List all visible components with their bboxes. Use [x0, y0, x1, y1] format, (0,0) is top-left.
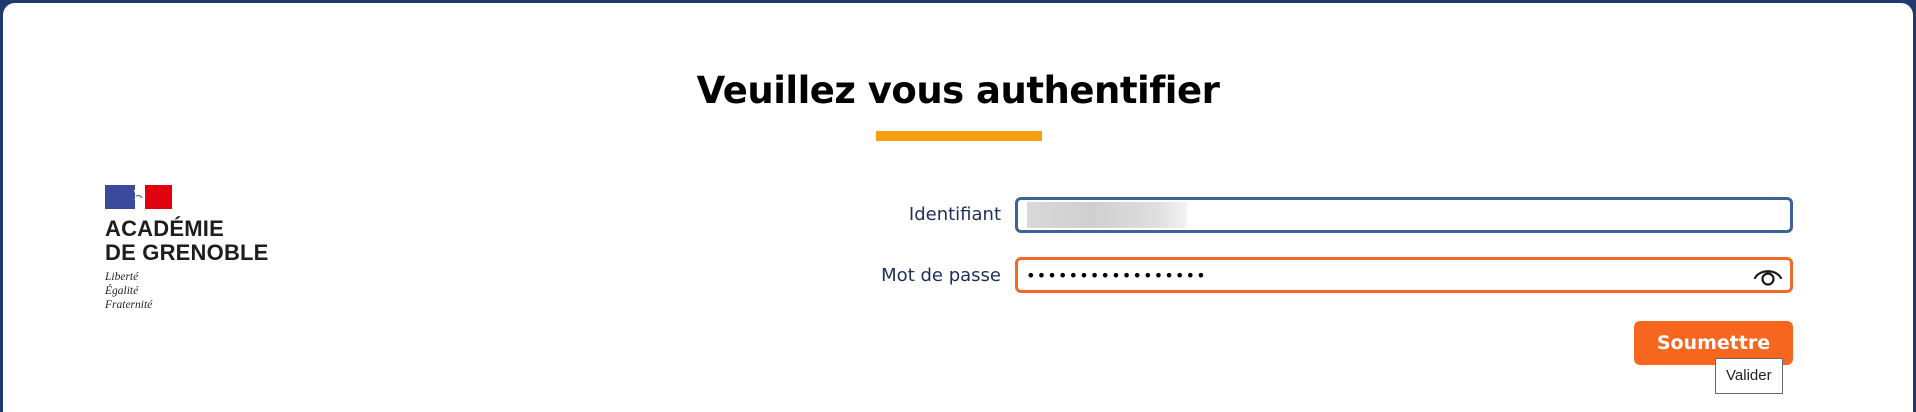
motto-egalite: Égalité	[105, 285, 139, 297]
eye-icon[interactable]	[1753, 265, 1783, 287]
logo-name-line2: DE GRENOBLE	[105, 240, 269, 265]
title-underline	[876, 131, 1042, 141]
motto-liberte: Liberté	[105, 271, 139, 283]
marianne-icon	[134, 189, 146, 205]
republique-flag-icon	[105, 185, 172, 209]
logo-motto: Liberté Égalité Fraternité	[105, 270, 269, 312]
identifier-input[interactable]	[1015, 197, 1793, 233]
login-panel: Veuillez vous authentifier ACADÉMIE DE G…	[3, 3, 1913, 412]
password-label: Mot de passe	[881, 265, 1001, 286]
motto-fraternite: Fraternité	[105, 299, 153, 311]
submit-tooltip: Valider	[1715, 358, 1783, 394]
page-title: Veuillez vous authentifier	[696, 69, 1220, 112]
logo-name-line1: ACADÉMIE	[105, 216, 224, 241]
academie-logo: ACADÉMIE DE GRENOBLE Liberté Égalité Fra…	[105, 185, 269, 312]
logo-name: ACADÉMIE DE GRENOBLE	[105, 217, 269, 265]
password-input[interactable]	[1015, 257, 1793, 293]
identifier-label: Identifiant	[908, 204, 1001, 225]
